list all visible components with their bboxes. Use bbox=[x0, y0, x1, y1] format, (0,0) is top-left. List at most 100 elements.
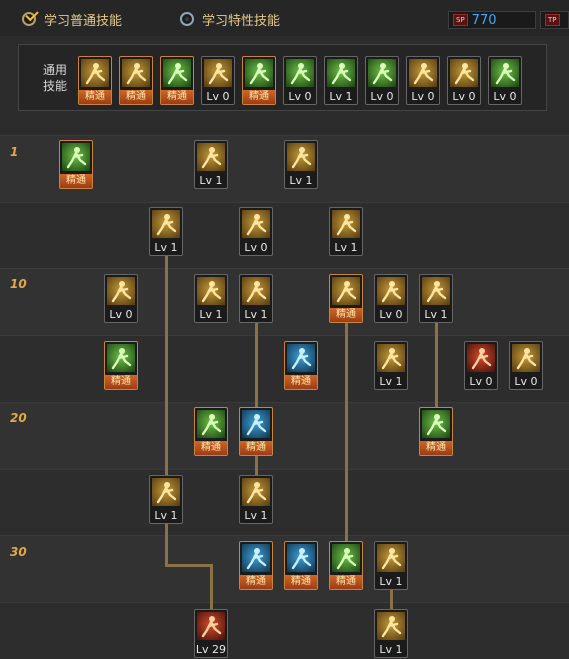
skill-tree-slot[interactable]: Lv 0 bbox=[509, 341, 543, 390]
spinning-kick-icon bbox=[152, 210, 180, 238]
skill-tree-slot[interactable]: Lv 1 bbox=[374, 609, 408, 658]
sp-tag: SP bbox=[453, 14, 468, 26]
skill-level-label: Lv 1 bbox=[154, 509, 178, 522]
skill-level-label: Lv 1 bbox=[199, 308, 223, 321]
skill-tree-slot[interactable]: Lv 1 bbox=[194, 140, 228, 189]
skill-connector bbox=[210, 564, 213, 610]
explosion-strike-icon bbox=[332, 210, 360, 238]
red-awakening-icon bbox=[197, 612, 225, 640]
skill-tree-slot[interactable]: Lv 1 bbox=[149, 207, 183, 256]
general-skill-slot[interactable]: Lv 0 bbox=[406, 56, 440, 105]
mastery-badge: 精通 bbox=[285, 375, 317, 389]
general-skill-slot[interactable]: 精通 bbox=[119, 56, 153, 105]
skill-tree-slot[interactable]: 精通 bbox=[329, 541, 363, 590]
skill-tree-slot[interactable]: Lv 1 bbox=[329, 207, 363, 256]
green-runner-icon bbox=[332, 544, 360, 572]
skill-level-label: Lv 0 bbox=[493, 90, 517, 103]
skill-tree-slot[interactable]: Lv 1 bbox=[239, 274, 273, 323]
blue-power-figure-icon bbox=[287, 544, 315, 572]
tree-band bbox=[0, 402, 569, 470]
skill-tree-slot[interactable]: 精通 bbox=[284, 341, 318, 390]
skill-tree-slot[interactable]: Lv 29 bbox=[194, 609, 228, 658]
skill-tree-slot[interactable]: 精通 bbox=[419, 407, 453, 456]
general-skill-slot[interactable]: 精通 bbox=[78, 56, 112, 105]
tree-band bbox=[0, 469, 569, 536]
green-swirl-icon bbox=[62, 143, 90, 171]
skill-tree-slot[interactable]: Lv 1 bbox=[194, 274, 228, 323]
skill-tree-slot[interactable]: Lv 1 bbox=[284, 140, 318, 189]
skill-tree-slot[interactable]: Lv 0 bbox=[464, 341, 498, 390]
skill-tree-slot[interactable]: Lv 1 bbox=[149, 475, 183, 524]
skill-tree-slot[interactable]: 精通 bbox=[239, 541, 273, 590]
mastery-badge: 精通 bbox=[330, 575, 362, 589]
sp-points-display: SP 770 bbox=[448, 11, 536, 29]
sp-value: 770 bbox=[471, 12, 497, 28]
general-skill-slot[interactable]: Lv 0 bbox=[488, 56, 522, 105]
mastery-badge: 精通 bbox=[161, 90, 193, 104]
skill-level-label: Lv 1 bbox=[244, 308, 268, 321]
general-skill-slot[interactable]: 精通 bbox=[160, 56, 194, 105]
mode-normal-skills-radio[interactable]: 学习普通技能 bbox=[22, 9, 122, 29]
ground-slam-icon bbox=[377, 612, 405, 640]
level-marker: 1 bbox=[10, 145, 19, 159]
green-whirl-figure-icon bbox=[422, 410, 450, 438]
skill-level-label: Lv 0 bbox=[452, 90, 476, 103]
skill-tree-slot[interactable]: 精通 bbox=[194, 407, 228, 456]
mode-trait-skills-radio[interactable]: 学习特性技能 bbox=[180, 9, 280, 29]
skill-level-label: Lv 1 bbox=[289, 174, 313, 187]
skill-connector bbox=[165, 521, 168, 566]
skill-level-label: Lv 1 bbox=[334, 241, 358, 254]
general-skill-slot[interactable]: Lv 0 bbox=[365, 56, 399, 105]
arms-raised-figure-icon bbox=[450, 59, 478, 87]
tp-tag: TP bbox=[545, 14, 560, 26]
skill-level-label: Lv 1 bbox=[199, 174, 223, 187]
skill-level-label: Lv 1 bbox=[154, 241, 178, 254]
tree-band bbox=[0, 602, 569, 659]
skill-level-label: Lv 29 bbox=[195, 643, 227, 656]
skill-connector bbox=[435, 320, 438, 410]
skill-connector bbox=[165, 564, 213, 567]
radio-empty-icon bbox=[180, 12, 194, 26]
mastery-badge: 精通 bbox=[285, 575, 317, 589]
skill-tree-slot[interactable]: 精通 bbox=[284, 541, 318, 590]
general-skill-slot[interactable]: Lv 0 bbox=[283, 56, 317, 105]
skill-tree-slot[interactable]: Lv 1 bbox=[374, 341, 408, 390]
skill-level-label: Lv 0 bbox=[370, 90, 394, 103]
backflip-kick-icon bbox=[152, 478, 180, 506]
skill-connector bbox=[255, 320, 258, 410]
eye-orb-icon bbox=[409, 59, 437, 87]
skill-tree-slot[interactable]: Lv 0 bbox=[374, 274, 408, 323]
skill-level-label: Lv 0 bbox=[514, 375, 538, 388]
fire-punch-icon bbox=[467, 344, 495, 372]
general-skill-slot[interactable]: Lv 0 bbox=[201, 56, 235, 105]
skill-tree-slot[interactable]: Lv 0 bbox=[104, 274, 138, 323]
skill-tree-slot[interactable]: 精通 bbox=[59, 140, 93, 189]
sliding-kick-icon bbox=[377, 544, 405, 572]
mastery-badge: 精通 bbox=[420, 441, 452, 455]
skill-tree-slot[interactable]: Lv 1 bbox=[239, 475, 273, 524]
skill-tree-slot[interactable]: Lv 1 bbox=[419, 274, 453, 323]
skill-connector bbox=[345, 320, 348, 543]
general-skills-label: 通用技能 bbox=[42, 63, 67, 93]
skill-level-label: Lv 0 bbox=[411, 90, 435, 103]
skill-tree-slot[interactable]: 精通 bbox=[329, 274, 363, 323]
checkmark-icon bbox=[22, 12, 36, 26]
skill-level-label: Lv 1 bbox=[379, 375, 403, 388]
general-skill-slot[interactable]: Lv 0 bbox=[447, 56, 481, 105]
level-marker: 10 bbox=[10, 277, 27, 291]
sitting-figure-icon bbox=[81, 59, 109, 87]
wind-dash-icon bbox=[422, 277, 450, 305]
crescent-kick-icon bbox=[512, 344, 540, 372]
skill-tree-slot[interactable]: Lv 0 bbox=[239, 207, 273, 256]
mode-trait-label: 学习特性技能 bbox=[202, 13, 281, 29]
skill-tree-slot[interactable]: 精通 bbox=[239, 407, 273, 456]
general-skill-slot[interactable]: 精通 bbox=[242, 56, 276, 105]
skill-tree-slot[interactable]: 精通 bbox=[104, 341, 138, 390]
skill-tree-slot[interactable]: Lv 1 bbox=[374, 541, 408, 590]
mastery-badge: 精通 bbox=[330, 308, 362, 322]
jumping-figure-icon bbox=[491, 59, 519, 87]
mastery-badge: 精通 bbox=[195, 441, 227, 455]
flying-kick-icon bbox=[377, 344, 405, 372]
general-skill-slot[interactable]: Lv 1 bbox=[324, 56, 358, 105]
top-bar: 学习普通技能 学习特性技能 SP 770 TP bbox=[0, 0, 569, 36]
